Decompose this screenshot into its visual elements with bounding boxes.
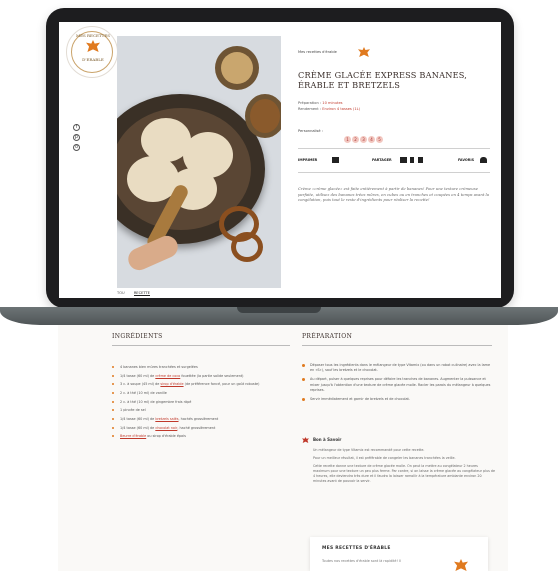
print-label[interactable]: IMPRIMER bbox=[298, 158, 317, 162]
divider bbox=[112, 345, 290, 346]
prep-label: Préparation : bbox=[298, 101, 322, 105]
recipe-intro: Crème «crème glacée» est faite entièreme… bbox=[298, 186, 490, 203]
heart-icon[interactable] bbox=[480, 157, 487, 163]
recipe-title: CRÈME GLACÉE EXPRESS BANANES, ÉRABLE ET … bbox=[298, 70, 468, 90]
pinterest-share-icon[interactable] bbox=[418, 157, 423, 163]
ingredient-link[interactable]: sirop d'érable bbox=[160, 382, 183, 386]
tip-paragraph: Cette recette donne une texture de crème… bbox=[313, 464, 496, 483]
share-bar: IMPRIMER PARTAGER FAVORIS bbox=[298, 157, 490, 167]
tab-recette[interactable]: RECETTE bbox=[133, 291, 150, 296]
promo-card[interactable]: MES RECETTES D'ÉRABLE Toutes nos recette… bbox=[310, 537, 488, 571]
tab-first[interactable]: TOU bbox=[117, 291, 125, 295]
list-item: Au départ, pulser à quelques reprises po… bbox=[302, 377, 492, 393]
divider bbox=[302, 345, 492, 346]
personalize-option[interactable]: 3 bbox=[360, 136, 367, 143]
list-item: 1/4 tasse (60 ml) de crème de coco fouet… bbox=[112, 372, 292, 381]
personalize-option[interactable]: 4 bbox=[368, 136, 375, 143]
pinterest-icon[interactable]: p bbox=[73, 134, 80, 141]
ingredients-list: 4 bananes bien mûres tranchées et surgel… bbox=[112, 363, 292, 441]
tip-paragraph: Pour un meilleur résultat, il est préfér… bbox=[313, 456, 456, 460]
preparation-steps: Déposer tous les ingrédients dans le mél… bbox=[302, 363, 492, 406]
list-item: 2 c. à thé (10 ml) de gingembre frais râ… bbox=[112, 398, 292, 407]
ingredient-link[interactable]: Beurre d'érable bbox=[120, 434, 146, 438]
maple-leaf-icon bbox=[454, 559, 468, 571]
preparation-title: PRÉPARATION bbox=[302, 333, 353, 340]
ingredient-link[interactable]: bretzels salés bbox=[155, 417, 178, 421]
divider bbox=[298, 172, 490, 173]
printer-icon[interactable] bbox=[332, 157, 339, 163]
logo-text-bottom: D'ERABLE bbox=[82, 57, 104, 62]
recipe-tabs: TOU RECETTE bbox=[117, 291, 150, 296]
photo-bowl bbox=[215, 46, 259, 90]
list-item: 1 pincée de sel bbox=[112, 406, 292, 415]
share-label[interactable]: PARTAGER bbox=[372, 158, 392, 162]
logo-text-top: MES RECETTES bbox=[75, 33, 110, 38]
list-item: Beurre d'érable ou sirop d'érable épais bbox=[112, 432, 292, 441]
promo-card-text: Toutes nos recettes d'érable sont là rap… bbox=[322, 559, 401, 563]
list-item: 1/4 tasse (60 ml) de chocolat noir, hach… bbox=[112, 424, 292, 433]
personalize-label: Personnalisé : bbox=[298, 129, 323, 133]
tip-title: Bon à Savoir bbox=[313, 437, 342, 442]
photo-pretzel bbox=[231, 232, 263, 262]
personalize-option[interactable]: 2 bbox=[352, 136, 359, 143]
favorite-label[interactable]: FAVORIS bbox=[458, 158, 474, 162]
tip-paragraph: Un mélangeur de type Vitamix est recomma… bbox=[313, 448, 425, 452]
ingredient-link[interactable]: chocolat noir bbox=[155, 426, 177, 430]
tip-body: Un mélangeur de type Vitamix est recomma… bbox=[313, 448, 495, 487]
prep-value: 10 minutes bbox=[322, 101, 343, 105]
personalize-option[interactable]: 1 bbox=[344, 136, 351, 143]
ingredient-link[interactable]: crème de coco bbox=[155, 374, 180, 378]
instagram-icon[interactable]: o bbox=[73, 144, 80, 151]
list-item: Servir immédiatement et garnir de bretze… bbox=[302, 397, 492, 402]
list-item: 2 c. à thé (10 ml) de vanille bbox=[112, 389, 292, 398]
laptop-notch bbox=[237, 307, 321, 313]
facebook-share-icon[interactable] bbox=[410, 157, 414, 163]
recipe-photo bbox=[117, 36, 281, 288]
divider bbox=[298, 148, 490, 149]
serves-value: Environ 4 tasses (1L) bbox=[322, 107, 361, 111]
serves-label: Rendement : bbox=[298, 107, 322, 111]
recipe-meta: Préparation : 10 minutes Rendement : Env… bbox=[298, 100, 360, 112]
ingredients-title: INGRÉDIENTS bbox=[112, 333, 163, 340]
list-item: 4 bananes bien mûres tranchées et surgel… bbox=[112, 363, 292, 372]
social-links: f p o bbox=[73, 124, 81, 154]
personalize-option[interactable]: 5 bbox=[376, 136, 383, 143]
email-icon[interactable] bbox=[400, 157, 407, 163]
personalize-options: 12345 bbox=[344, 126, 388, 143]
facebook-icon[interactable]: f bbox=[73, 124, 80, 131]
site-logo[interactable]: MES RECETTES D'ERABLE bbox=[66, 26, 118, 78]
breadcrumb[interactable]: Mes recettes d'érable bbox=[298, 50, 337, 54]
list-item: 1/4 tasse (60 ml) de bretzels salés, hac… bbox=[112, 415, 292, 424]
list-item: 3 c. à soupe (45 ml) de sirop d'érable (… bbox=[112, 380, 292, 389]
promo-card-title: MES RECETTES D'ÉRABLE bbox=[322, 546, 391, 551]
list-item: Déposer tous les ingrédients dans le mél… bbox=[302, 363, 492, 373]
photo-bowl bbox=[245, 94, 281, 138]
